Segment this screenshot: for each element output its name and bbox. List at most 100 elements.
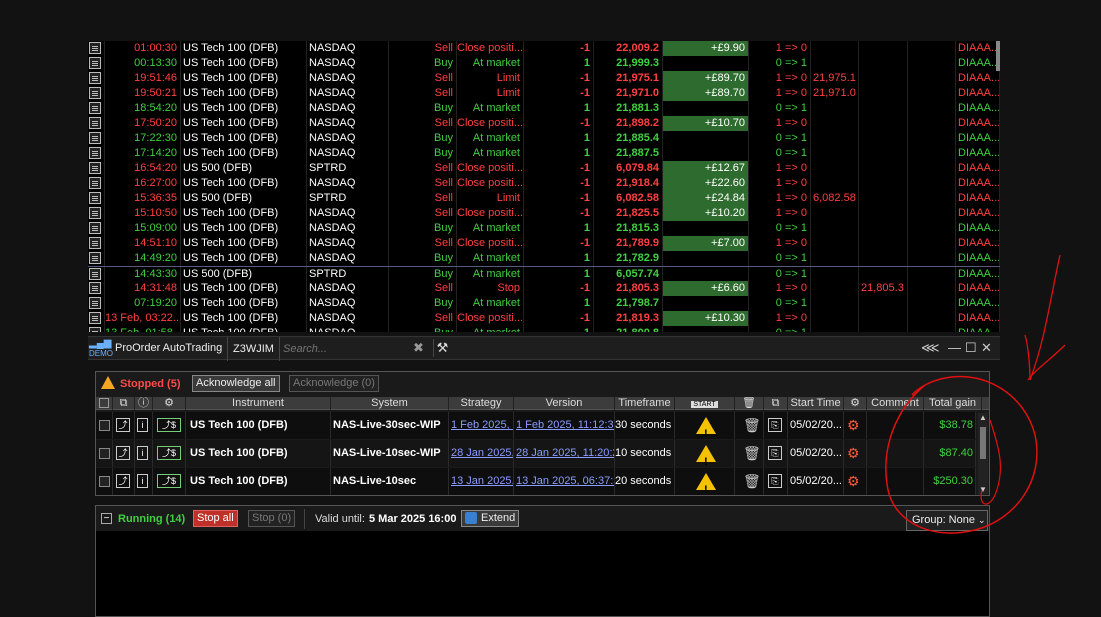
document-icon[interactable] [89,117,101,129]
stopped-version-link[interactable]: 1 Feb 2025, 11:12:39 [514,412,615,439]
collapse-icon[interactable]: − [101,513,112,524]
order-row[interactable]: 16:54:20 US 500 (DFB) SPTRD Sell Close posit… [88,161,1000,176]
document-icon[interactable] [89,147,101,159]
settings-cell[interactable]: ⚙ [844,412,867,439]
chart-cell[interactable]: ⤴ [113,412,135,439]
stop-all-button[interactable]: Stop all [193,510,238,527]
document-icon[interactable] [89,72,101,84]
stopped-version-link[interactable]: 13 Jan 2025, 06:37:5 [514,468,615,495]
order-row[interactable]: 18:54:20 US Tech 100 (DFB) NASDAQ Buy At mar… [88,101,1000,116]
info-icon[interactable]: i [137,418,148,432]
col-instrument[interactable]: Instrument [186,397,331,410]
document-icon[interactable] [89,42,101,54]
document-icon[interactable] [89,297,101,309]
row-checkbox-cell[interactable] [96,412,113,439]
algo-cell[interactable]: ⤴$ [153,440,186,467]
document-icon[interactable] [89,162,101,174]
group-select[interactable]: Group: None ⌄ [906,510,988,531]
orders-scrollbar[interactable] [996,41,1000,71]
document-icon[interactable] [89,57,101,69]
algo-chart-icon[interactable]: ⤴$ [157,418,181,432]
scroll-up-icon[interactable]: ▲ [979,413,987,422]
col-system[interactable]: System [331,397,449,410]
col-settings-icon[interactable]: ⚙ [844,397,867,410]
col-start-badge[interactable]: START [675,397,735,410]
settings-error-icon[interactable]: ⚙ [847,440,860,467]
info-cell[interactable]: i [135,412,153,439]
order-row[interactable]: 07:19:20 US Tech 100 (DFB) NASDAQ Buy At mar… [88,296,1000,311]
trash-icon[interactable]: 🗑 [743,412,761,439]
col-copy-icon[interactable]: ⧉ [764,397,788,410]
col-version[interactable]: Version [514,397,615,410]
stopped-scrollbar[interactable]: ▲ ▼ [978,413,988,494]
col-timeframe[interactable]: Timeframe [615,397,675,410]
order-row[interactable]: 17:14:20 US Tech 100 (DFB) NASDAQ Buy At mar… [88,146,1000,161]
settings-cell[interactable]: ⚙ [844,440,867,467]
document-icon[interactable] [89,237,101,249]
warning-icon[interactable]: ! [696,417,716,439]
col-start-time[interactable]: Start Time [788,397,844,410]
start-warning-cell[interactable]: ! [675,412,735,439]
col-strategy[interactable]: Strategy [449,397,514,410]
copy-icon[interactable]: ⎘ [768,474,782,488]
extend-button[interactable]: Extend [461,510,520,527]
stopped-version-link[interactable]: 28 Jan 2025, 11:20:2 [514,440,615,467]
settings-cell[interactable]: ⚙ [844,468,867,495]
document-icon[interactable] [89,312,101,324]
order-row[interactable]: 19:50:21 US Tech 100 (DFB) NASDAQ Sell Limit… [88,86,1000,101]
chart-col-icon[interactable]: ⧉ [113,397,135,410]
trash-icon[interactable]: 🗑 [743,440,761,467]
order-row[interactable]: 14:43:30 US 500 (DFB) SPTRD Buy At market 1 6,… [88,266,1000,282]
stopped-strategy-link[interactable]: 13 Jan 2025, [449,468,514,495]
document-icon[interactable] [89,282,101,294]
document-icon[interactable] [89,252,101,264]
algo-chart-icon[interactable]: ⤴$ [157,446,181,460]
order-row[interactable]: 16:27:00 US Tech 100 (DFB) NASDAQ Sell Close… [88,176,1000,191]
copy-cell[interactable]: ⎘ [764,468,788,495]
settings-error-icon[interactable]: ⚙ [847,412,860,439]
order-row[interactable]: 17:22:30 US Tech 100 (DFB) NASDAQ Buy At mar… [88,131,1000,146]
order-row[interactable]: 19:51:46 US Tech 100 (DFB) NASDAQ Sell Limit… [88,71,1000,86]
document-icon[interactable] [89,102,101,114]
close-icon[interactable]: ✕ [981,340,992,356]
order-row[interactable]: 14:51:10 US Tech 100 (DFB) NASDAQ Sell Close… [88,236,1000,251]
info-cell[interactable]: i [135,440,153,467]
algo-chart-icon[interactable]: ⤴$ [157,474,181,488]
copy-icon[interactable]: ⎘ [768,446,782,460]
account-id[interactable]: Z3WJIM [227,337,280,361]
chart-icon[interactable]: ⤴ [116,446,130,460]
trash-icon[interactable]: 🗑 [743,468,761,495]
algo-cell[interactable]: ⤴$ [153,468,186,495]
order-row[interactable]: 14:31:48 US Tech 100 (DFB) NASDAQ Sell Stop -… [88,281,1000,296]
order-row[interactable]: 14:49:20 US Tech 100 (DFB) NASDAQ Buy At mar… [88,251,1000,266]
start-warning-cell[interactable]: ! [675,468,735,495]
stopped-row[interactable]: ⤴ i ⤴$ US Tech 100 (DFB) NAS-Live-30sec-WIP 1… [96,412,976,439]
document-icon[interactable] [89,207,101,219]
document-icon[interactable] [89,222,101,234]
algo-col-icon[interactable]: ⚙ [153,397,186,410]
row-checkbox[interactable] [99,448,110,459]
row-checkbox-cell[interactable] [96,468,113,495]
row-checkbox-cell[interactable] [96,440,113,467]
search-input[interactable] [280,340,430,358]
clear-search-icon[interactable]: ✖ [413,340,424,356]
delete-cell[interactable]: 🗑 [735,440,764,467]
chart-cell[interactable]: ⤴ [113,440,135,467]
order-row[interactable]: 17:50:20 US Tech 100 (DFB) NASDAQ Sell Close… [88,116,1000,131]
copy-cell[interactable]: ⎘ [764,440,788,467]
document-icon[interactable] [89,268,101,280]
scroll-thumb[interactable] [980,427,986,459]
stop-button[interactable]: Stop (0) [248,510,296,527]
order-row[interactable]: 15:36:35 US 500 (DFB) SPTRD Sell Limit -1 6,08… [88,191,1000,206]
order-row[interactable]: 00:13:30 US Tech 100 (DFB) NASDAQ Buy At mar… [88,56,1000,71]
info-cell[interactable]: i [135,468,153,495]
stopped-strategy-link[interactable]: 28 Jan 2025, [449,440,514,467]
delete-cell[interactable]: 🗑 [735,468,764,495]
chart-icon[interactable]: ⤴ [116,474,130,488]
minimize-icon[interactable]: — [948,340,961,355]
order-row[interactable]: 15:10:50 US Tech 100 (DFB) NASDAQ Sell Close… [88,206,1000,221]
chart-icon[interactable]: ⤴ [116,418,130,432]
acknowledge-all-button[interactable]: Acknowledge all [192,375,280,392]
info-col-icon[interactable]: ⓘ [135,397,153,410]
acknowledge-button[interactable]: Acknowledge (0) [289,375,379,392]
